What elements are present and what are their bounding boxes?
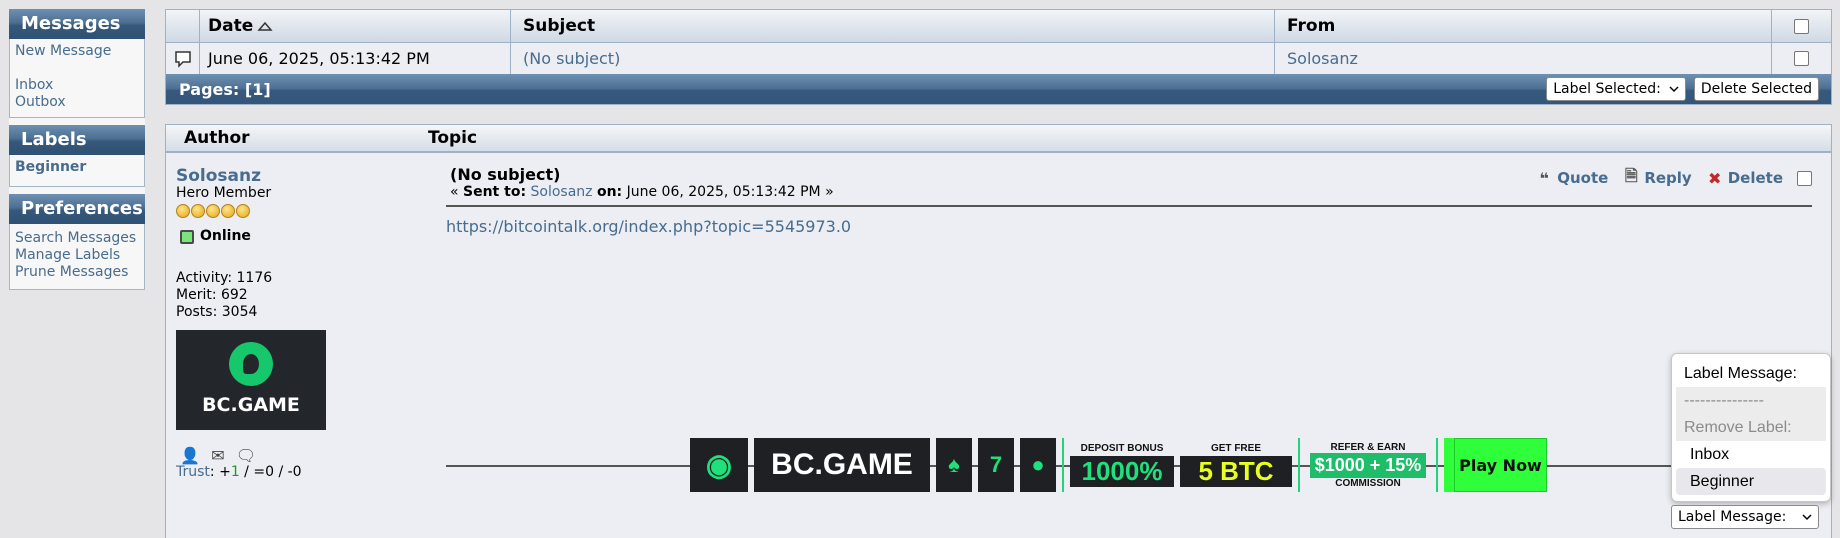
sidebar-item-inbox[interactable]: Inbox — [15, 77, 139, 94]
dropdown-remove-label: Remove Label: — [1676, 414, 1826, 441]
post-actions: ❝ Quote 🗎 Reply ✖ Delete — [1535, 165, 1812, 188]
author-name[interactable]: Solosanz — [176, 168, 406, 185]
label-message-select[interactable]: Label Message: — [1671, 505, 1819, 529]
dropdown-option-inbox[interactable]: Inbox — [1672, 441, 1830, 468]
online-status: Online — [180, 228, 406, 245]
personal-message-icon[interactable]: 🗨 — [236, 446, 256, 464]
post-divider — [446, 205, 1812, 207]
play-now-button[interactable]: Play Now — [1444, 438, 1547, 492]
sidebar-labels-title: Labels — [9, 125, 145, 155]
deposit-bonus: DEPOSIT BONUS 1000% — [1070, 438, 1174, 492]
delete-selected-button[interactable]: Delete Selected — [1693, 77, 1819, 101]
sidebar-preferences-title: Preferences — [9, 194, 145, 224]
chevron-down-icon — [1669, 85, 1679, 92]
author-posts: Posts: 3054 — [176, 304, 258, 320]
label-message-value: Label Message: — [1678, 509, 1787, 525]
column-from[interactable]: From — [1275, 10, 1772, 42]
label-message-dropdown: Label Message: --------------- Remove La… — [1671, 353, 1831, 502]
email-icon[interactable]: ✉ — [209, 446, 227, 464]
quote-icon: ❝ — [1539, 168, 1549, 188]
sent-to-link[interactable]: Solosanz — [531, 184, 593, 200]
label-selected-value: Label Selected: — [1553, 81, 1661, 97]
online-icon — [180, 229, 194, 244]
column-date[interactable]: Date — [200, 10, 511, 42]
star-icon — [176, 204, 190, 218]
table-row[interactable]: June 06, 2025, 05:13:42 PM (No subject) … — [166, 42, 1831, 74]
sidebar-item-search-messages[interactable]: Search Messages — [15, 230, 139, 247]
online-label: Online — [200, 228, 251, 244]
row-from-link[interactable]: Solosanz — [1287, 49, 1358, 68]
bc-game-logo-icon — [229, 342, 273, 386]
row-subject-link[interactable]: (No subject) — [523, 49, 620, 68]
sidebar-messages-title: Messages — [9, 9, 145, 39]
sidebar-labels-box: Beginner — [9, 155, 145, 187]
author-icons: 👤 ✉ 🗨 — [180, 446, 406, 464]
message-list: Date Subject From June 06, 2025, 05:13:4… — [165, 9, 1832, 105]
sidebar-item-beginner[interactable]: Beginner — [15, 159, 139, 176]
star-icon — [206, 204, 220, 218]
sidebar-item-prune-messages[interactable]: Prune Messages — [15, 264, 139, 281]
row-checkbox[interactable] — [1794, 51, 1809, 66]
delete-icon: ✖ — [1708, 168, 1722, 188]
pages-indicator[interactable]: Pages: [1] — [179, 80, 271, 99]
rank-stars — [176, 204, 406, 218]
sidebar-messages-box: New Message Inbox Outbox — [9, 39, 145, 118]
profile-icon[interactable]: 👤 — [180, 446, 200, 464]
topic-column-header: Topic — [428, 128, 478, 148]
post-checkbox[interactable] — [1797, 170, 1812, 186]
dropdown-header: Label Message: — [1684, 364, 1797, 382]
column-subject[interactable]: Subject — [511, 10, 1275, 42]
row-date: June 06, 2025, 05:13:42 PM — [200, 43, 511, 74]
star-icon — [221, 204, 235, 218]
select-all-checkbox[interactable] — [1794, 18, 1809, 34]
coin-icon: ● — [1020, 438, 1056, 492]
sidebar-item-manage-labels[interactable]: Manage Labels — [15, 247, 139, 264]
author-merit: Merit: 692 — [176, 287, 248, 303]
get-free: GET FREE 5 BTC — [1180, 438, 1292, 492]
refer-earn: REFER & EARN $1000 + 15% COMMISSION — [1306, 438, 1430, 492]
author-column-header: Author — [184, 128, 250, 148]
post-header: Author Topic — [166, 125, 1831, 153]
post-body-link[interactable]: https://bitcointalk.org/index.php?topic=… — [446, 217, 1812, 236]
quote-button[interactable]: ❝ Quote — [1535, 168, 1609, 188]
author-rank: Hero Member — [176, 185, 272, 201]
author-activity: Activity: 1176 — [176, 270, 273, 286]
reply-button[interactable]: 🗎 Reply — [1622, 165, 1692, 188]
sidebar-item-outbox[interactable]: Outbox — [15, 94, 139, 111]
sidebar-preferences-box: Search Messages Manage Labels Prune Mess… — [9, 224, 145, 290]
author-panel: Solosanz Hero Member Online Activity: 11… — [176, 168, 406, 481]
bc-game-badge-icon: ◉ — [690, 438, 748, 492]
chevron-down-icon — [1802, 513, 1812, 520]
avatar: BC.GAME — [176, 330, 326, 430]
banner-brand: BC.GAME — [754, 438, 930, 492]
seven-icon: 7 — [978, 438, 1014, 492]
message-bubble-icon — [174, 50, 191, 68]
post-body: (No subject) « Sent to: Solosanz on: Jun… — [446, 165, 1812, 467]
trust-positive: 1 — [230, 464, 240, 480]
message-list-header: Date Subject From — [166, 10, 1831, 42]
label-selected-select[interactable]: Label Selected: — [1546, 77, 1686, 101]
star-icon — [236, 204, 250, 218]
dropdown-separator: --------------- — [1676, 387, 1826, 414]
dropdown-option-beginner[interactable]: Beginner — [1676, 468, 1826, 495]
spade-icon: ♠ — [936, 438, 972, 492]
star-icon — [191, 204, 205, 218]
author-stats: Activity: 1176 Merit: 692 Posts: 3054 — [176, 270, 406, 321]
pages-bar: Pages: [1] Label Selected: Delete Select… — [166, 74, 1831, 104]
reply-icon: 🗎 — [1624, 165, 1638, 185]
delete-button[interactable]: ✖ Delete — [1706, 168, 1783, 188]
trust-link[interactable]: Trust — [176, 464, 210, 480]
sort-ascending-icon — [257, 21, 273, 31]
signature-banner[interactable]: ◉ BC.GAME ♠ 7 ● DEPOSIT BONUS 1000% GET … — [690, 437, 1547, 493]
column-date-label: Date — [208, 16, 254, 36]
sidebar-item-new-message[interactable]: New Message — [15, 43, 139, 60]
trust-line: Trust: +1 / =0 / -0 — [176, 464, 302, 480]
sidebar: Messages New Message Inbox Outbox Labels… — [9, 9, 145, 290]
avatar-text: BC.GAME — [202, 394, 300, 416]
